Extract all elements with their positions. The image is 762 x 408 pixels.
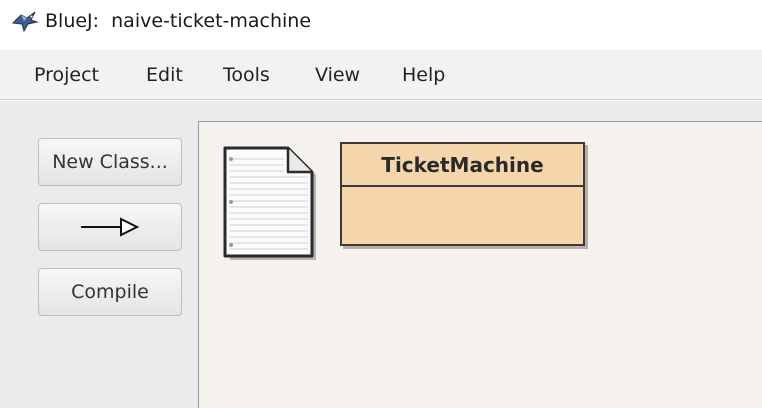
class-box-ticketmachine[interactable]: TicketMachine	[340, 142, 585, 246]
new-class-button[interactable]: New Class...	[38, 138, 182, 186]
bluej-bird-icon	[11, 11, 39, 33]
menu-project[interactable]: Project	[34, 63, 99, 87]
class-name: TicketMachine	[342, 144, 583, 187]
menu-tools[interactable]: Tools	[223, 63, 270, 87]
menu-bar: Project Edit Tools View Help	[0, 50, 762, 100]
menu-help[interactable]: Help	[402, 63, 445, 87]
bluej-window: BlueJ: naive-ticket-machine Project Edit…	[0, 0, 762, 408]
window-title: BlueJ: naive-ticket-machine	[45, 10, 312, 32]
compile-label: Compile	[71, 281, 149, 303]
title-bar: BlueJ: naive-ticket-machine	[0, 0, 762, 50]
readme-document-icon[interactable]	[222, 145, 318, 261]
compile-button[interactable]: Compile	[38, 268, 182, 316]
inheritance-arrow-button[interactable]	[38, 203, 182, 251]
new-class-label: New Class...	[52, 151, 168, 173]
menu-edit[interactable]: Edit	[146, 63, 183, 87]
menu-view[interactable]: View	[315, 63, 360, 87]
inheritance-arrow-icon	[81, 217, 140, 237]
